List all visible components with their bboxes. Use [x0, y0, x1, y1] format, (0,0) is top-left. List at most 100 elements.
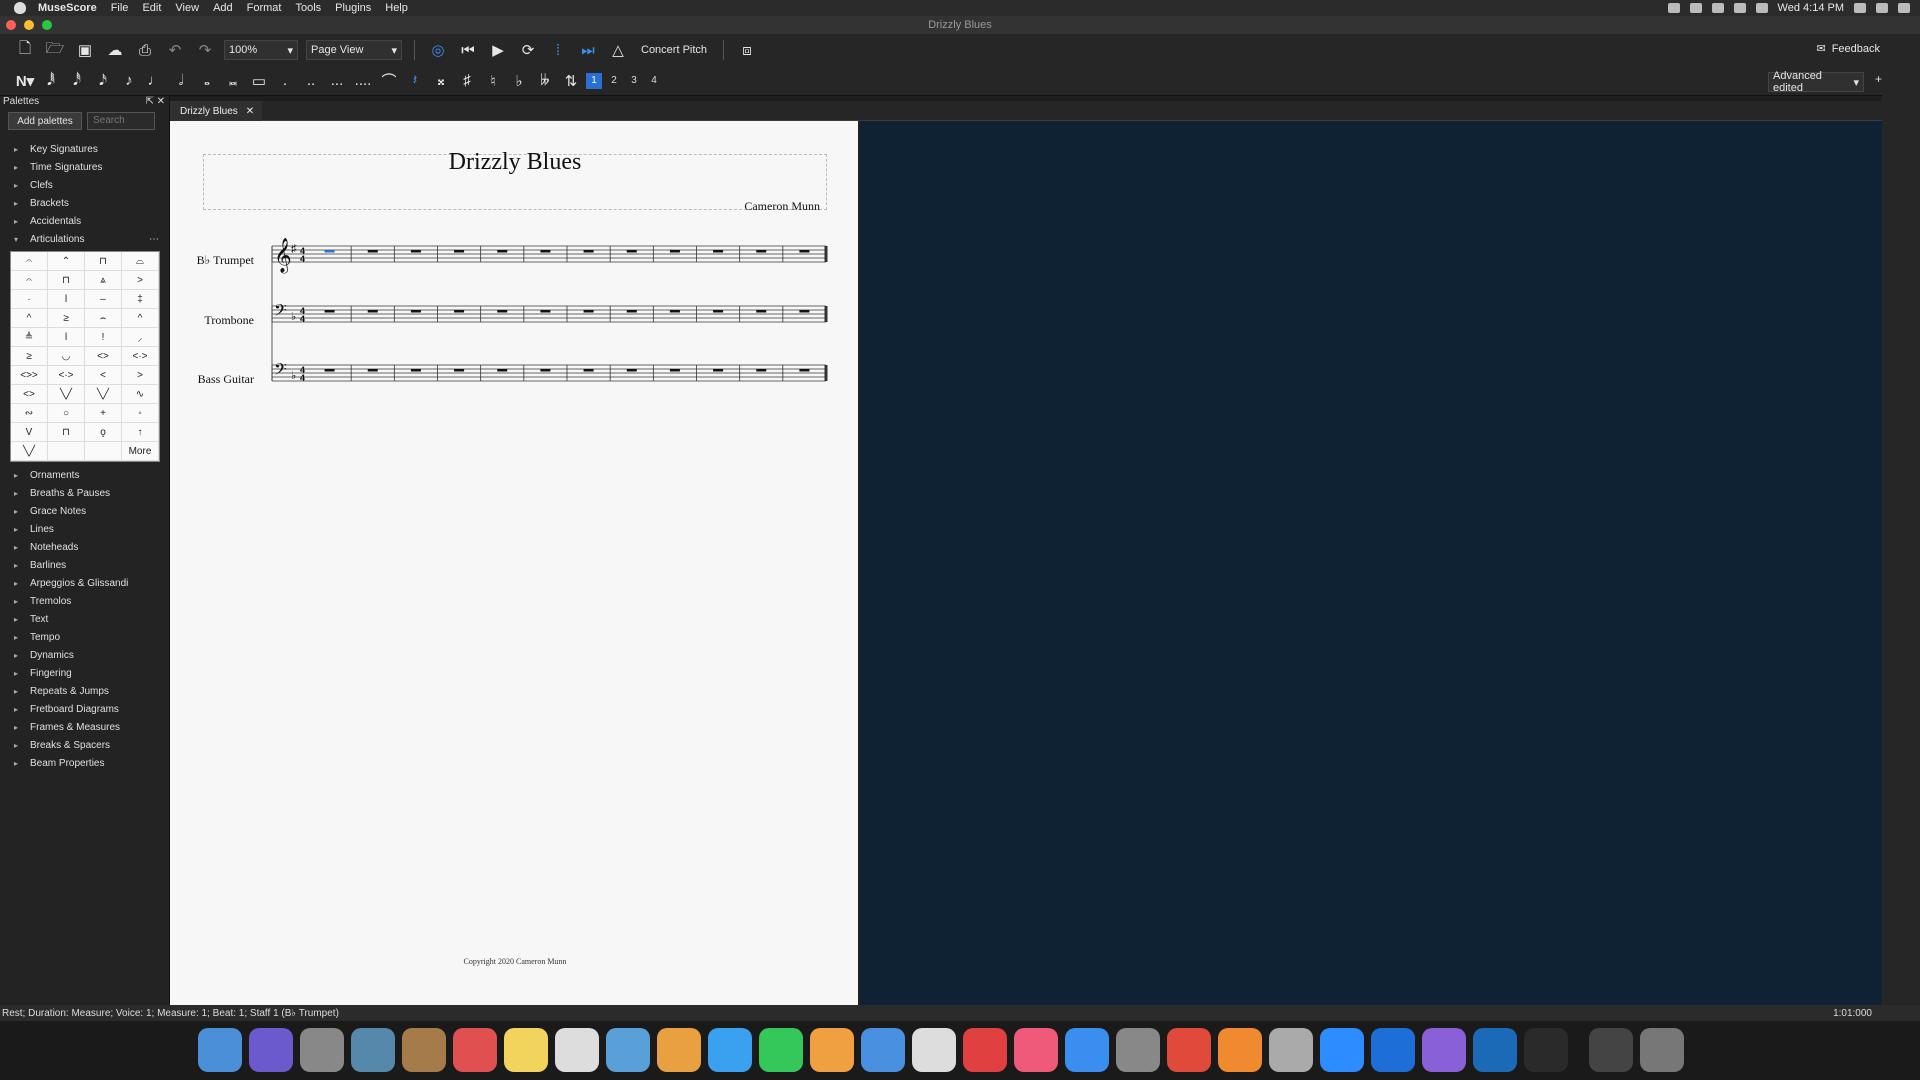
palette-beam-properties[interactable]: Beam Properties — [0, 754, 169, 772]
screen-record-icon[interactable] — [1667, 3, 1680, 13]
thumb-position-icon[interactable]: ǫ — [85, 423, 122, 442]
flip-direction-icon[interactable]: ⇅ — [560, 70, 582, 92]
concert-pitch-button[interactable]: Concert Pitch — [637, 44, 711, 56]
stopped-icon[interactable]: + — [85, 404, 122, 423]
close-articulation-icon[interactable]: <·> — [122, 347, 159, 366]
palette-barlines[interactable]: Barlines — [0, 556, 169, 574]
dock-app-icon[interactable] — [1320, 1028, 1364, 1072]
dock-app-icon[interactable] — [555, 1028, 599, 1072]
menu-tools[interactable]: Tools — [295, 2, 321, 14]
score-canvas[interactable]: Drizzly Blues Cameron Munn B♭ Trumpet Tr… — [170, 121, 1882, 1005]
loop-in-icon[interactable]: ⁞ — [547, 39, 569, 61]
palette-tempo[interactable]: Tempo — [0, 628, 169, 646]
whole-note-icon[interactable]: 𝅝 — [196, 70, 218, 92]
dock-app-icon[interactable] — [1640, 1028, 1684, 1072]
wave-icon[interactable]: ∿ — [122, 385, 159, 404]
palette-search-input[interactable]: Search — [87, 112, 155, 130]
add-palettes-button[interactable]: Add palettes — [8, 112, 82, 130]
palette-fretboard-diagrams[interactable]: Fretboard Diagrams — [0, 700, 169, 718]
64th-note-icon[interactable]: 𝅘𝅥𝅱 — [40, 70, 62, 92]
short-fermata-icon[interactable]: ⌃ — [48, 252, 85, 271]
flat-icon[interactable]: ♭ — [508, 70, 530, 92]
score-page[interactable]: Drizzly Blues Cameron Munn B♭ Trumpet Tr… — [170, 121, 860, 1005]
palette-articulations[interactable]: Articulations⋯ — [0, 230, 169, 248]
dock-app-icon[interactable] — [453, 1028, 497, 1072]
feedback-button[interactable]: ✉ Feedback — [1816, 42, 1880, 56]
staff-2[interactable]: 𝄢 ♭ 44 — [271, 302, 828, 324]
loop-icon[interactable]: ⟳ — [517, 39, 539, 61]
palette-fingering[interactable]: Fingering — [0, 664, 169, 682]
tenuto-icon[interactable]: – — [85, 290, 122, 309]
siri-icon[interactable] — [1876, 3, 1888, 13]
dock-app-icon[interactable] — [1014, 1028, 1058, 1072]
turn-icon[interactable]: ∾ — [11, 404, 48, 423]
notification-center-icon[interactable] — [1898, 3, 1910, 13]
voice-1-button[interactable]: 1 — [586, 72, 602, 89]
marcato-staccato-icon[interactable]: ^ — [122, 309, 159, 328]
view-mode-select[interactable]: Page View ▾ — [306, 40, 402, 60]
accent-icon[interactable]: > — [122, 271, 159, 290]
menu-help[interactable]: Help — [385, 2, 408, 14]
dock-app-icon[interactable] — [912, 1028, 956, 1072]
very-long-fermata-icon[interactable]: ⌓ — [122, 252, 159, 271]
staccato-icon[interactable]: · — [11, 290, 48, 309]
dock-app-icon[interactable] — [504, 1028, 548, 1072]
open-icon-articulation[interactable]: <> — [85, 347, 122, 366]
unstress-icon[interactable]: ◡ — [48, 347, 85, 366]
palette-tremolos[interactable]: Tremolos — [0, 592, 169, 610]
palette-noteheads[interactable]: Noteheads — [0, 538, 169, 556]
half-note-icon[interactable]: 𝅗𝅥 — [170, 70, 192, 92]
staff-3[interactable]: 𝄢 ♭ 44 — [271, 361, 828, 383]
voice-2-button[interactable]: 2 — [606, 73, 622, 89]
undo-icon[interactable]: ↶ — [164, 39, 186, 61]
more-options-icon[interactable]: ⋯ — [149, 234, 159, 245]
dock-app-icon[interactable] — [1422, 1028, 1466, 1072]
open-icon[interactable]: 🗁 — [44, 39, 66, 61]
dock-app-icon[interactable] — [1167, 1028, 1211, 1072]
double-flat-icon[interactable]: 𝄫 — [534, 70, 556, 92]
henze-short-fermata-icon[interactable]: ⩓ — [85, 271, 122, 290]
bluetooth-icon[interactable] — [1733, 3, 1746, 13]
menubar-clock[interactable]: Wed 4:14 PM — [1778, 2, 1844, 14]
dock-app-icon[interactable] — [861, 1028, 905, 1072]
metronome-icon[interactable]: △ — [607, 39, 629, 61]
palette-lines[interactable]: Lines — [0, 520, 169, 538]
palette-arpeggios-glissandi[interactable]: Arpeggios & Glissandi — [0, 574, 169, 592]
palette-accidentals[interactable]: Accidentals — [0, 212, 169, 230]
fermata-variant-icon[interactable]: 𝄐 — [11, 271, 48, 290]
quadruple-dot-icon[interactable]: .... — [352, 70, 374, 92]
double-sharp-icon[interactable]: 𝄪 — [430, 70, 452, 92]
apple-icon[interactable] — [14, 2, 26, 14]
staccatissimo-icon[interactable]: ǀ — [48, 290, 85, 309]
palette-grace-notes[interactable]: Grace Notes — [0, 502, 169, 520]
16th-note-icon[interactable]: 𝅘𝅥𝅯 — [92, 70, 114, 92]
triple-dot-icon[interactable]: ... — [326, 70, 348, 92]
dock-app-icon[interactable] — [1065, 1028, 1109, 1072]
palette-key-signatures[interactable]: Key Signatures — [0, 140, 169, 158]
marcato-tenuto-icon[interactable]: ≜ — [11, 328, 48, 347]
natural-icon[interactable]: ♮ — [482, 70, 504, 92]
note-input-mode-icon[interactable]: N▾ — [14, 70, 36, 92]
dock-app-icon[interactable] — [810, 1028, 854, 1072]
score-copyright[interactable]: Copyright 2020 Cameron Munn — [170, 957, 860, 966]
henze-long-fermata-icon[interactable]: ⊓ — [48, 271, 85, 290]
marcato-icon[interactable]: ^ — [11, 309, 48, 328]
dock-app-icon[interactable] — [708, 1028, 752, 1072]
palette-time-signatures[interactable]: Time Signatures — [0, 158, 169, 176]
palette-text[interactable]: Text — [0, 610, 169, 628]
dock-app-icon[interactable] — [1218, 1028, 1262, 1072]
palette-frames-measures[interactable]: Frames & Measures — [0, 718, 169, 736]
menu-plugins[interactable]: Plugins — [335, 2, 371, 14]
menu-add[interactable]: Add — [213, 2, 233, 14]
voice-4-button[interactable]: 4 — [646, 73, 662, 89]
staff-1[interactable]: 𝄞 ♯ 44 — [271, 238, 828, 274]
menu-format[interactable]: Format — [247, 2, 282, 14]
close-window-icon[interactable] — [6, 20, 16, 30]
play-repeats-icon[interactable]: ⏭ — [577, 39, 599, 61]
down-bow-icon[interactable]: ⊓ — [48, 423, 85, 442]
save-icon[interactable]: ▣ — [74, 39, 96, 61]
rewind-icon[interactable]: ⏮ — [457, 39, 479, 61]
dock-app-icon[interactable] — [759, 1028, 803, 1072]
new-score-icon[interactable]: 🗋 — [14, 39, 36, 61]
palette-ornaments[interactable]: Ornaments — [0, 466, 169, 484]
